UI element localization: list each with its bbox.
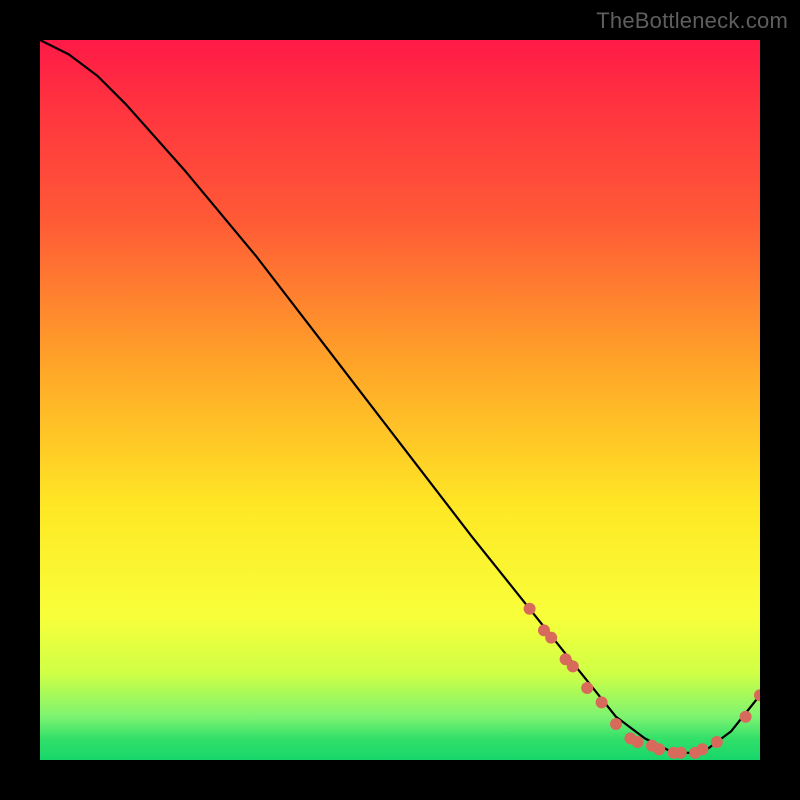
- marker-dot: [632, 736, 644, 748]
- chart-svg: [40, 40, 760, 760]
- marker-dot: [567, 660, 579, 672]
- marker-dot: [524, 603, 536, 615]
- curve-line: [40, 40, 760, 753]
- marker-dot: [610, 718, 622, 730]
- marker-dot: [653, 743, 665, 755]
- marker-dot: [581, 682, 593, 694]
- marker-dot: [596, 696, 608, 708]
- marker-dot: [545, 632, 557, 644]
- marker-dot: [754, 689, 760, 701]
- marker-dot: [711, 736, 723, 748]
- marker-dot: [675, 747, 687, 759]
- marker-dot: [740, 711, 752, 723]
- marker-dot: [696, 743, 708, 755]
- watermark-text: TheBottleneck.com: [596, 8, 788, 34]
- chart-container: TheBottleneck.com: [0, 0, 800, 800]
- plot-area: [40, 40, 760, 760]
